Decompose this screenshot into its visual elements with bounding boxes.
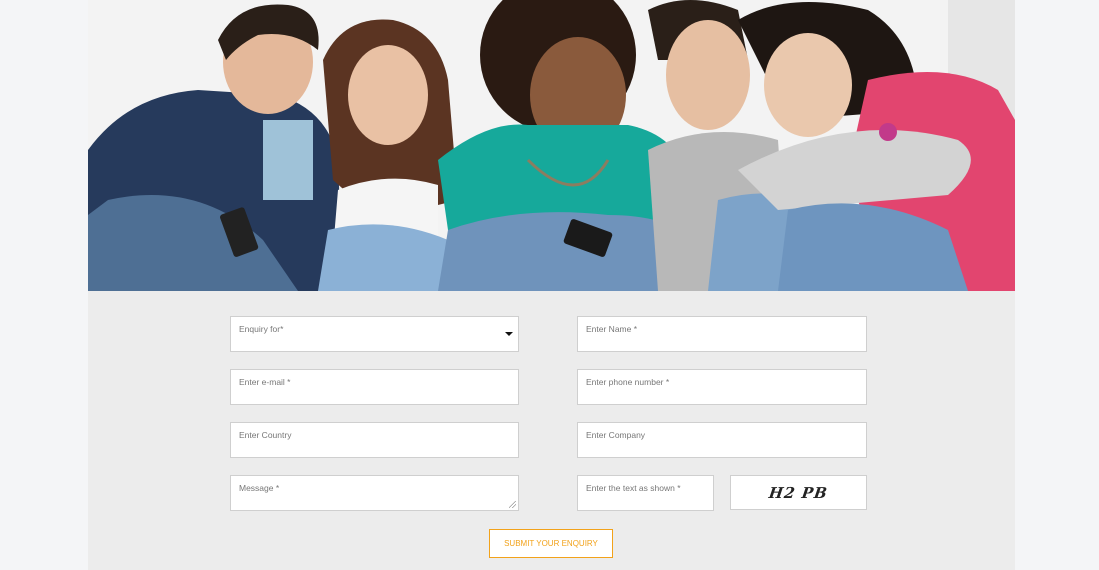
message-placeholder: Message * bbox=[239, 483, 280, 493]
name-input[interactable]: Enter Name * bbox=[577, 316, 867, 352]
phone-placeholder: Enter phone number * bbox=[586, 377, 670, 387]
name-placeholder: Enter Name * bbox=[586, 324, 638, 334]
company-input[interactable]: Enter Company bbox=[577, 422, 867, 458]
email-input[interactable]: Enter e-mail * bbox=[230, 369, 519, 405]
captcha-input[interactable]: Enter the text as shown * bbox=[577, 475, 714, 511]
email-placeholder: Enter e-mail * bbox=[239, 377, 291, 387]
country-placeholder: Enter Country bbox=[239, 430, 292, 440]
captcha-placeholder: Enter the text as shown * bbox=[586, 483, 681, 493]
enquiry-for-select[interactable]: Enquiry for* bbox=[230, 316, 519, 352]
captcha-image: H2 PB bbox=[730, 475, 867, 510]
country-input[interactable]: Enter Country bbox=[230, 422, 519, 458]
enquiry-form: Enquiry for* Enter Name * Enter e-mail *… bbox=[88, 291, 1015, 570]
message-textarea[interactable]: Message * bbox=[230, 475, 519, 511]
hero-image bbox=[88, 0, 1015, 291]
captcha-text: H2 PB bbox=[767, 483, 830, 502]
hero-photo-illustration bbox=[88, 0, 1015, 291]
enquiry-for-placeholder: Enquiry for* bbox=[239, 324, 284, 334]
page-margin-right bbox=[1015, 0, 1099, 570]
chevron-down-icon[interactable] bbox=[505, 332, 513, 336]
page-margin-left bbox=[0, 0, 88, 570]
resize-handle-icon[interactable] bbox=[509, 501, 516, 508]
company-placeholder: Enter Company bbox=[586, 430, 646, 440]
submit-enquiry-button[interactable]: SUBMIT YOUR ENQUIRY bbox=[489, 529, 613, 558]
main-content: Enquiry for* Enter Name * Enter e-mail *… bbox=[88, 0, 1015, 570]
phone-input[interactable]: Enter phone number * bbox=[577, 369, 867, 405]
